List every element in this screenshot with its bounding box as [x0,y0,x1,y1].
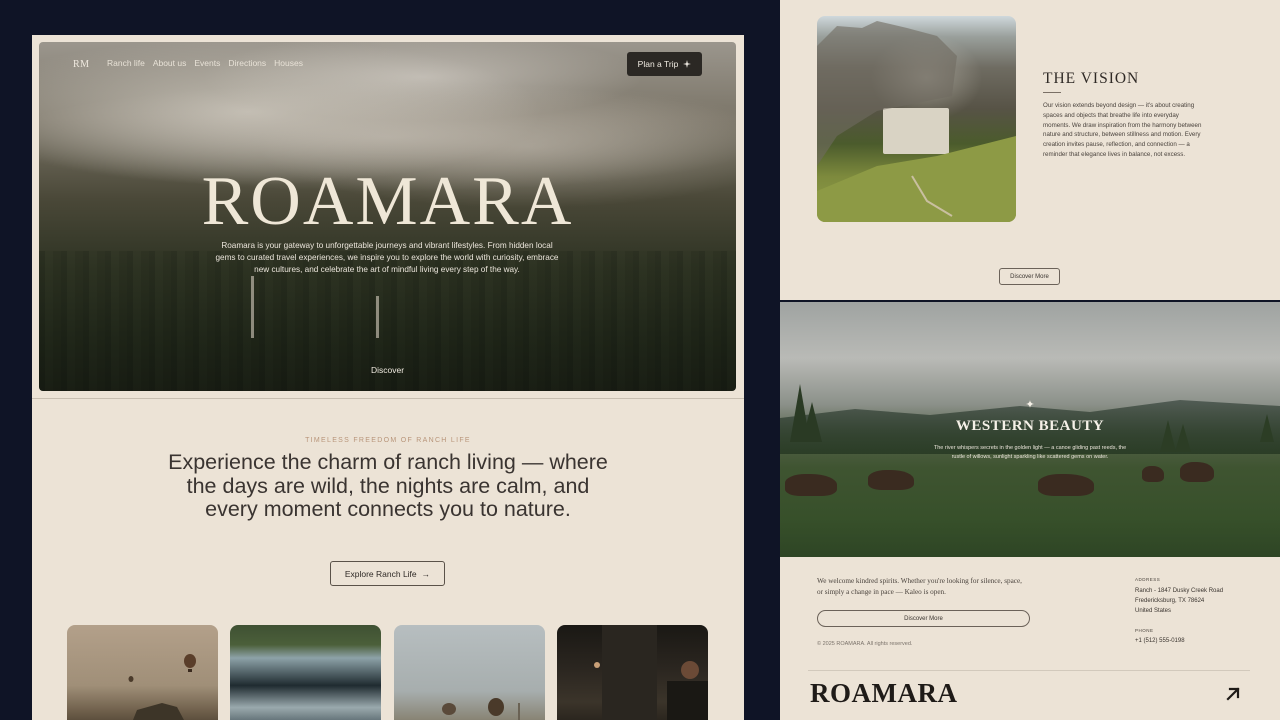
vision-text: Our vision extends beyond design — it's … [1043,102,1202,158]
address-line-3: United States [1135,608,1172,614]
vision-section: THE VISION Our vision extends beyond des… [780,0,1280,300]
cliff-shape [817,21,1016,222]
nav-links: Ranch life About us Events Directions Ho… [107,58,303,68]
intro-statement: Experience the charm of ranch living — w… [168,450,608,521]
vision-image-castle [817,16,1016,222]
footer-discover-more-button[interactable]: Discover More [817,610,1030,627]
hero-title: ROAMARA [201,163,574,240]
hot-air-balloon-icon [128,654,196,720]
gallery-image-riders[interactable] [394,625,545,720]
address-line-1: Ranch - 1847 Dusky Creek Road [1135,588,1224,594]
phone-label: PHONE [1135,628,1154,633]
horse-silhouette [1038,474,1094,496]
nav-link-about-us[interactable]: About us [153,58,187,68]
horse-silhouette [1180,462,1214,482]
plan-a-trip-label: Plan a Trip [637,59,679,69]
horse-silhouette [868,470,914,490]
nav-link-directions[interactable]: Directions [228,58,266,68]
horse-silhouette [1142,466,1164,482]
explore-ranch-life-button[interactable]: Explore Ranch Life → [330,561,445,586]
section-kicker: TIMELESS FREEDOM OF RANCH LIFE [305,437,471,444]
section-divider [32,398,744,399]
vision-rule [1043,92,1061,93]
western-beauty-section: ✦ WESTERN BEAUTY The river whispers secr… [780,302,1280,557]
plan-a-trip-button[interactable]: Plan a Trip [627,52,702,76]
top-nav: RM Ranch life About us Events Directions… [39,42,736,88]
arrow-right-icon: → [421,568,431,579]
gallery-image-balloons[interactable] [67,625,218,720]
discover-link[interactable]: Discover [39,365,736,375]
hero-section: RM Ranch life About us Events Directions… [39,42,736,391]
welcome-text: We welcome kindred spirits. Whether you'… [817,577,1022,596]
sparkle-star-icon: ✦ [1025,399,1035,411]
nav-link-houses[interactable]: Houses [274,58,303,68]
footer-section: We welcome kindred spirits. Whether you'… [780,557,1280,720]
radio-tower-left [251,276,254,338]
sparkle-icon [683,60,692,68]
nav-link-ranch-life[interactable]: Ranch life [107,58,145,68]
address-line-2: Fredericksburg, TX 78624 [1135,598,1205,604]
vision-title: THE VISION [1043,70,1140,87]
explore-ranch-life-label: Explore Ranch Life [344,568,417,579]
gallery-image-campfire[interactable] [557,625,708,720]
arrow-up-right-icon[interactable] [1224,685,1242,703]
horse-silhouette [785,474,837,496]
hero-description: Roamara is your gateway to unforgettable… [215,241,559,274]
footer-brand-wordmark: ROAMARA [810,678,958,708]
western-beauty-description: The river whispers secrets in the golden… [933,445,1127,460]
address-label: ADDRESS [1135,577,1161,582]
discover-more-button[interactable]: Discover More [999,268,1060,285]
campfire-people-silhouette [594,625,708,720]
riders-silhouette [442,698,520,720]
copyright-text: © 2025 ROAMARA. All rights reserved. [817,641,913,647]
logo[interactable]: RM [73,59,90,70]
footer-divider [808,670,1250,671]
phone-number[interactable]: +1 (512) 555-0198 [1135,638,1185,644]
gallery-image-lake[interactable] [230,625,381,720]
western-beauty-title: WESTERN BEAUTY [955,418,1105,434]
radio-tower-center [376,296,379,338]
nav-link-events[interactable]: Events [194,58,220,68]
landing-page-preview: RM Ranch life About us Events Directions… [32,35,744,720]
